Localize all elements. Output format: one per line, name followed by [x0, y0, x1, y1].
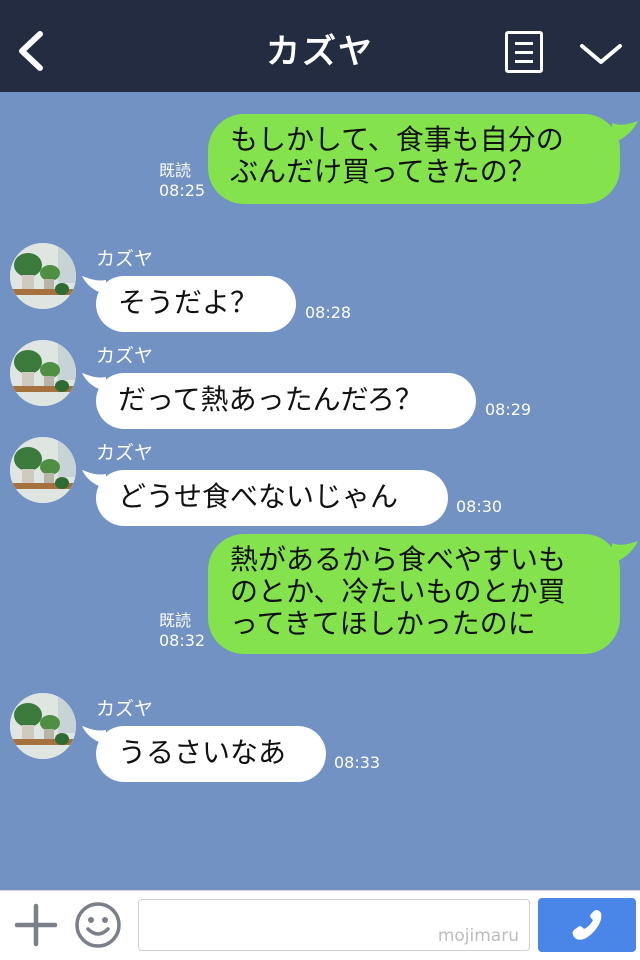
message-bubble[interactable]: うるさいなあ [96, 726, 326, 782]
message-time: 08:29 [485, 400, 532, 419]
message-time: 08:28 [305, 303, 352, 322]
chat-header: カズヤ [0, 0, 640, 92]
read-receipt: 既読 [159, 611, 192, 630]
bubble-tail [612, 541, 638, 563]
message-input[interactable]: mojimaru [138, 899, 530, 951]
avatar[interactable] [10, 340, 76, 406]
sender-name: カズヤ [96, 442, 154, 464]
message-time: 08:25 [159, 181, 206, 200]
message-bubble[interactable]: 熱があるから食べやすいも のとか、冷たいものとか買 ってきてほしかったのに [208, 534, 620, 654]
message-time: 08:32 [159, 631, 206, 650]
chat-title: カズヤ [266, 32, 374, 72]
message-bubble[interactable]: そうだよ？ [96, 276, 296, 332]
plant-icon [10, 340, 76, 406]
bubble-tail [612, 121, 638, 143]
sender-name: カズヤ [96, 248, 154, 270]
message-list[interactable]: 既読 08:25 もしかして、食事も自分の ぶんだけ買ってきたの？ カズヤ そう… [0, 92, 640, 890]
input-bar: mojimaru [0, 890, 640, 960]
avatar[interactable] [10, 243, 76, 309]
avatar[interactable] [10, 693, 76, 759]
watermark: mojimaru [437, 926, 519, 946]
message-bubble[interactable]: だって熱あったんだろ？ [96, 373, 476, 429]
document-list-icon[interactable] [505, 31, 543, 73]
phone-icon [572, 909, 602, 940]
plant-icon [10, 693, 76, 759]
smiley-icon[interactable] [74, 901, 122, 949]
read-receipt: 既読 [159, 161, 192, 180]
message-bubble[interactable]: もしかして、食事も自分の ぶんだけ買ってきたの？ [208, 114, 620, 204]
plus-icon[interactable] [14, 903, 58, 947]
plant-icon [10, 243, 76, 309]
message-bubble[interactable]: どうせ食べないじゃん [96, 470, 448, 526]
plant-icon [10, 437, 76, 503]
message-time: 08:33 [334, 753, 381, 772]
chevron-down-icon[interactable] [578, 40, 624, 68]
avatar[interactable] [10, 437, 76, 503]
message-time: 08:30 [456, 497, 503, 516]
sender-name: カズヤ [96, 698, 154, 720]
call-button[interactable] [538, 898, 636, 952]
sender-name: カズヤ [96, 345, 154, 367]
